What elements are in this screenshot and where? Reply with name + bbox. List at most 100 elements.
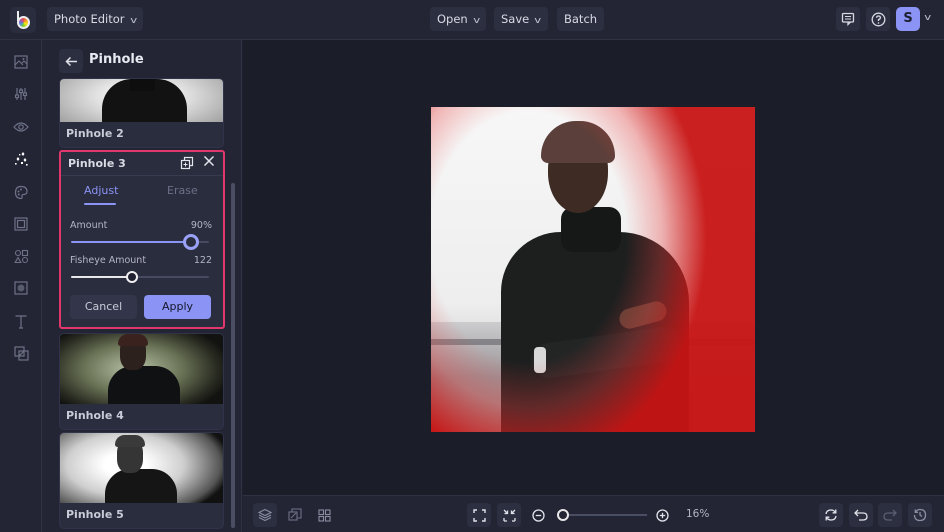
logo-ring (17, 16, 30, 29)
actual-size-button[interactable] (497, 503, 521, 527)
rail-item-effects[interactable] (11, 149, 31, 169)
text-icon (14, 314, 28, 329)
editor-tabs: Adjust Erase (61, 176, 223, 206)
history-button[interactable] (908, 503, 932, 527)
zoom-slider-handle[interactable] (556, 509, 569, 521)
effect-card-pinhole-2[interactable]: Pinhole 2 (59, 78, 224, 148)
shapes-icon (13, 249, 29, 264)
batch-button[interactable]: Batch (557, 7, 605, 31)
amount-label: Amount (70, 220, 108, 231)
fisheye-slider-fill (71, 276, 132, 278)
rail-item-frames[interactable] (11, 214, 31, 234)
rail-item-text[interactable] (11, 311, 31, 331)
grid-view-button[interactable] (312, 503, 336, 527)
open-menu-button[interactable]: Open v (430, 7, 487, 31)
effects-sparkle-icon (13, 151, 29, 167)
chevron-down-icon[interactable]: v (924, 13, 931, 23)
undo-icon (854, 509, 868, 521)
history-icon (913, 508, 927, 522)
expand-icon (472, 508, 486, 522)
amount-slider[interactable] (71, 234, 209, 250)
save-menu-button[interactable]: Save v (494, 7, 548, 31)
tab-erase[interactable]: Erase (167, 184, 198, 197)
amount-slider-fill (71, 241, 192, 243)
fisheye-amount-value: 122 (193, 255, 212, 266)
pinhole-vignette-overlay (431, 107, 755, 432)
chevron-down-icon: v (534, 16, 542, 26)
photo-editor-menu-label: Photo Editor (54, 12, 125, 26)
adjust-sliders-icon (14, 87, 28, 101)
save-label: Save (501, 12, 530, 26)
chevron-down-icon: v (472, 16, 480, 26)
redo-icon (883, 509, 897, 521)
open-label: Open (437, 12, 468, 26)
shrink-icon (502, 509, 516, 522)
eye-icon (13, 121, 29, 133)
effect-card-label: Pinhole 2 (66, 127, 124, 140)
layers-icon (258, 508, 272, 522)
edited-photo[interactable] (431, 107, 755, 432)
effect-card-label: Pinhole 5 (66, 508, 124, 521)
batch-label: Batch (564, 12, 598, 26)
undo-button[interactable] (849, 503, 873, 527)
rail-item-view[interactable] (11, 117, 31, 137)
amount-slider-handle[interactable] (183, 234, 200, 250)
cancel-button[interactable]: Cancel (70, 295, 137, 319)
close-icon[interactable] (203, 155, 217, 169)
rail-item-graphics[interactable] (11, 246, 31, 266)
tool-rail (0, 40, 42, 532)
effect-card-pinhole-5[interactable]: Pinhole 5 (59, 432, 224, 529)
frame-icon (14, 217, 28, 231)
effect-settings-editor: Pinhole 3 Adjust Erase Amount 90% Fishey… (59, 150, 225, 329)
grid-icon (317, 508, 331, 522)
rail-item-paint[interactable] (11, 182, 31, 202)
zoom-in-icon (655, 508, 669, 522)
fit-to-screen-button[interactable] (467, 503, 491, 527)
effect-thumbnail (60, 79, 223, 122)
editor-header: Pinhole 3 (61, 152, 223, 176)
effects-panel: Pinhole Pinhole 2 Pinhole 3 Adjust Erase… (42, 40, 242, 532)
panel-scrollbar[interactable] (231, 183, 235, 528)
user-avatar[interactable]: S (896, 7, 920, 31)
layers-button[interactable] (253, 503, 277, 527)
rail-item-adjust[interactable] (11, 84, 31, 104)
zoom-out-icon (531, 508, 545, 522)
palette-icon (14, 185, 29, 200)
editor-title: Pinhole 3 (68, 157, 126, 170)
refresh-icon (824, 508, 838, 522)
effect-thumbnail (60, 334, 223, 404)
zoom-out-button[interactable] (526, 503, 550, 527)
replace-image-button[interactable] (283, 503, 307, 527)
tab-adjust[interactable]: Adjust (84, 184, 118, 197)
zoom-slider[interactable] (556, 509, 647, 521)
top-bar: Photo Editor v Open v Save v Batch S v (0, 0, 944, 40)
rail-item-image[interactable] (11, 52, 31, 72)
effect-card-pinhole-4[interactable]: Pinhole 4 (59, 333, 224, 430)
help-button[interactable] (866, 7, 890, 31)
bottom-toolbar: 16% (243, 495, 944, 532)
replace-image-icon (288, 508, 302, 522)
comment-icon (841, 12, 855, 26)
help-icon (871, 12, 886, 27)
effect-thumbnail (60, 433, 223, 503)
rotate-sync-button[interactable] (819, 503, 843, 527)
zoom-in-button[interactable] (650, 503, 674, 527)
redo-button[interactable] (878, 503, 902, 527)
zoom-percentage: 16% (686, 508, 710, 520)
rail-item-textures[interactable] (11, 278, 31, 298)
fisheye-amount-label: Fisheye Amount (70, 255, 147, 266)
photo-editor-menu-button[interactable]: Photo Editor v (47, 7, 143, 31)
effect-card-label: Pinhole 4 (66, 409, 124, 422)
apply-button[interactable]: Apply (144, 295, 211, 319)
rail-item-overlays[interactable] (11, 343, 31, 363)
overlay-icon (13, 345, 29, 361)
fisheye-slider-handle[interactable] (125, 271, 138, 283)
comments-button[interactable] (836, 7, 860, 31)
app-logo[interactable] (10, 7, 36, 33)
fisheye-amount-slider[interactable] (71, 271, 209, 283)
image-icon (14, 55, 28, 69)
duplicate-icon[interactable] (180, 156, 194, 170)
back-button[interactable] (59, 49, 83, 73)
amount-value: 90% (190, 220, 212, 231)
canvas-area (243, 40, 944, 495)
